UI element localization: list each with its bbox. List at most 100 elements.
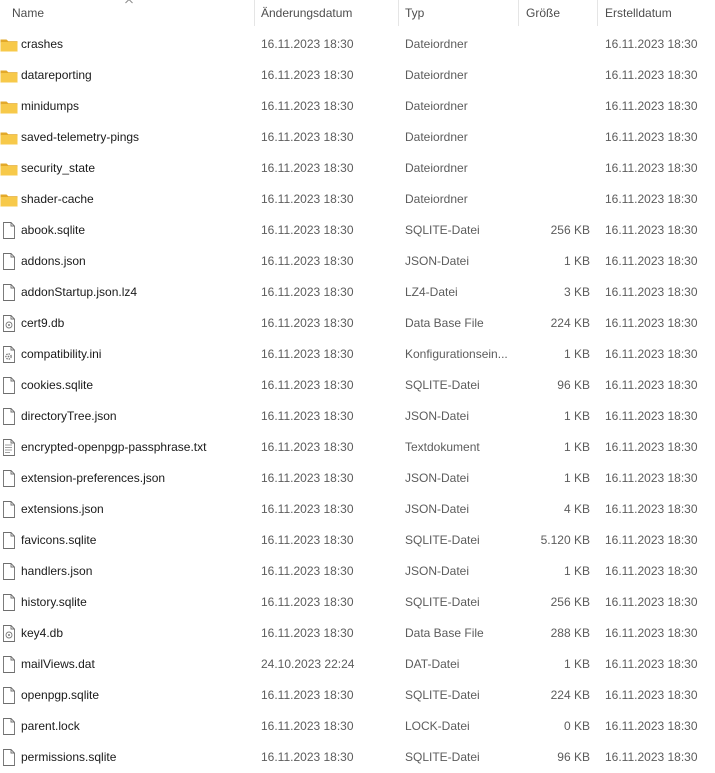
file-type: JSON-Datei xyxy=(405,254,470,268)
file-row[interactable]: minidumps 16.11.2023 18:30 Dateiordner 16.1… xyxy=(0,91,715,122)
column-header-modified[interactable]: Änderungsdatum xyxy=(261,0,352,26)
file-icon xyxy=(0,470,18,487)
file-row[interactable]: parent.lock 16.11.2023 18:30 LOCK-Datei 0 K… xyxy=(0,711,715,742)
file-created-date: 16.11.2023 18:30 xyxy=(605,99,698,113)
file-row[interactable]: crashes 16.11.2023 18:30 Dateiordner 16.11.… xyxy=(0,29,715,60)
file-created-date: 16.11.2023 18:30 xyxy=(605,68,698,82)
file-row[interactable]: directoryTree.json 16.11.2023 18:30 JSON-D… xyxy=(0,401,715,432)
file-row[interactable]: extension-preferences.json 16.11.2023 18:… xyxy=(0,463,715,494)
file-modified-date: 16.11.2023 18:30 xyxy=(261,626,354,640)
file-modified-date: 16.11.2023 18:30 xyxy=(261,161,354,175)
column-divider[interactable] xyxy=(254,0,255,26)
column-divider[interactable] xyxy=(597,0,598,26)
file-created-date: 16.11.2023 18:30 xyxy=(605,254,698,268)
file-created-date: 16.11.2023 18:30 xyxy=(605,502,698,516)
file-row[interactable]: datareporting 16.11.2023 18:30 Dateiordner… xyxy=(0,60,715,91)
file-row[interactable]: shader-cache 16.11.2023 18:30 Dateiordner 1… xyxy=(0,184,715,215)
file-size: 1 KB xyxy=(563,409,590,423)
file-created-date: 16.11.2023 18:30 xyxy=(605,750,698,764)
file-name: addonStartup.json.lz4 xyxy=(21,285,138,299)
file-row[interactable]: saved-telemetry-pings 16.11.2023 18:30 Dat… xyxy=(0,122,715,153)
column-header-name[interactable]: Name xyxy=(12,0,44,26)
file-modified-date: 16.11.2023 18:30 xyxy=(261,533,354,547)
file-type: JSON-Datei xyxy=(405,502,470,516)
file-type: DAT-Datei xyxy=(405,657,460,671)
file-type: SQLITE-Datei xyxy=(405,378,480,392)
file-modified-date: 16.11.2023 18:30 xyxy=(261,378,354,392)
file-name: datareporting xyxy=(21,68,92,82)
file-row[interactable]: addons.json 16.11.2023 18:30 JSON-Datei 1 K… xyxy=(0,246,715,277)
file-row[interactable]: mailViews.dat 24.10.2023 22:24 DAT-Datei 1 … xyxy=(0,649,715,680)
file-created-date: 16.11.2023 18:30 xyxy=(605,626,698,640)
file-created-date: 16.11.2023 18:30 xyxy=(605,657,698,671)
file-size: 224 KB xyxy=(550,688,590,702)
file-created-date: 16.11.2023 18:30 xyxy=(605,37,698,51)
file-created-date: 16.11.2023 18:30 xyxy=(605,285,698,299)
file-type: SQLITE-Datei xyxy=(405,595,480,609)
file-name: shader-cache xyxy=(21,192,94,206)
file-type: Konfigurationsein... xyxy=(405,347,508,361)
folder-icon xyxy=(0,129,18,146)
file-size xyxy=(520,91,590,122)
file-created-date: 16.11.2023 18:30 xyxy=(605,564,698,578)
file-type: Dateiordner xyxy=(405,68,468,82)
file-row[interactable]: security_state 16.11.2023 18:30 Dateiordne… xyxy=(0,153,715,184)
file-modified-date: 16.11.2023 18:30 xyxy=(261,750,354,764)
file-created-date: 16.11.2023 18:30 xyxy=(605,409,698,423)
file-type: SQLITE-Datei xyxy=(405,750,480,764)
file-row[interactable]: abook.sqlite 16.11.2023 18:30 SQLITE-Datei… xyxy=(0,215,715,246)
file-name: crashes xyxy=(21,37,64,51)
file-row[interactable]: key4.db 16.11.2023 18:30 Data Base File 288… xyxy=(0,618,715,649)
file-size xyxy=(520,153,590,184)
file-row[interactable]: favicons.sqlite 16.11.2023 18:30 SQLITE-Da… xyxy=(0,525,715,556)
file-size: 1 KB xyxy=(563,471,590,485)
file-row[interactable]: cert9.db 16.11.2023 18:30 Data Base File 22… xyxy=(0,308,715,339)
column-divider[interactable] xyxy=(518,0,519,26)
file-created-date: 16.11.2023 18:30 xyxy=(605,440,698,454)
file-icon xyxy=(0,501,18,518)
file-row[interactable]: permissions.sqlite 16.11.2023 18:30 SQLITE… xyxy=(0,742,715,773)
column-divider[interactable] xyxy=(398,0,399,26)
file-name: mailViews.dat xyxy=(21,657,95,671)
file-icon xyxy=(0,749,18,766)
file-icon xyxy=(0,377,18,394)
file-row[interactable]: extensions.json 16.11.2023 18:30 JSON-Date… xyxy=(0,494,715,525)
database-file-icon xyxy=(0,625,18,642)
file-size: 1 KB xyxy=(563,657,590,671)
file-created-date: 16.11.2023 18:30 xyxy=(605,378,698,392)
file-type: Textdokument xyxy=(405,440,480,454)
file-icon xyxy=(0,532,18,549)
file-row[interactable]: encrypted-openpgp-passphrase.txt 16.11.20… xyxy=(0,432,715,463)
file-row[interactable]: openpgp.sqlite 16.11.2023 18:30 SQLITE-Dat… xyxy=(0,680,715,711)
file-created-date: 16.11.2023 18:30 xyxy=(605,595,698,609)
file-type: Dateiordner xyxy=(405,192,468,206)
file-row[interactable]: compatibility.ini 16.11.2023 18:30 Konfigu… xyxy=(0,339,715,370)
file-name: cert9.db xyxy=(21,316,65,330)
file-modified-date: 16.11.2023 18:30 xyxy=(261,502,354,516)
column-header-size[interactable]: Größe xyxy=(526,0,560,26)
file-modified-date: 16.11.2023 18:30 xyxy=(261,223,354,237)
folder-icon xyxy=(0,36,18,53)
file-name: minidumps xyxy=(21,99,80,113)
file-type: SQLITE-Datei xyxy=(405,223,480,237)
file-row[interactable]: history.sqlite 16.11.2023 18:30 SQLITE-Dat… xyxy=(0,587,715,618)
file-modified-date: 16.11.2023 18:30 xyxy=(261,347,354,361)
file-name: parent.lock xyxy=(21,719,80,733)
column-header-created[interactable]: Erstelldatum xyxy=(605,0,672,26)
file-row[interactable]: handlers.json 16.11.2023 18:30 JSON-Datei 1… xyxy=(0,556,715,587)
file-name: favicons.sqlite xyxy=(21,533,97,547)
column-header-type[interactable]: Typ xyxy=(405,0,424,26)
file-created-date: 16.11.2023 18:30 xyxy=(605,471,698,485)
file-name: extensions.json xyxy=(21,502,104,516)
file-modified-date: 16.11.2023 18:30 xyxy=(261,285,354,299)
file-row[interactable]: cookies.sqlite 16.11.2023 18:30 SQLITE-Dat… xyxy=(0,370,715,401)
file-row[interactable]: addonStartup.json.lz4 16.11.2023 18:30 LZ4… xyxy=(0,277,715,308)
file-size: 4 KB xyxy=(563,502,590,516)
file-icon xyxy=(0,687,18,704)
file-list: crashes 16.11.2023 18:30 Dateiordner 16.11.… xyxy=(0,29,715,773)
file-created-date: 16.11.2023 18:30 xyxy=(605,130,698,144)
file-name: key4.db xyxy=(21,626,64,640)
sort-ascending-icon xyxy=(125,0,133,4)
file-size xyxy=(520,29,590,60)
file-modified-date: 16.11.2023 18:30 xyxy=(261,192,354,206)
